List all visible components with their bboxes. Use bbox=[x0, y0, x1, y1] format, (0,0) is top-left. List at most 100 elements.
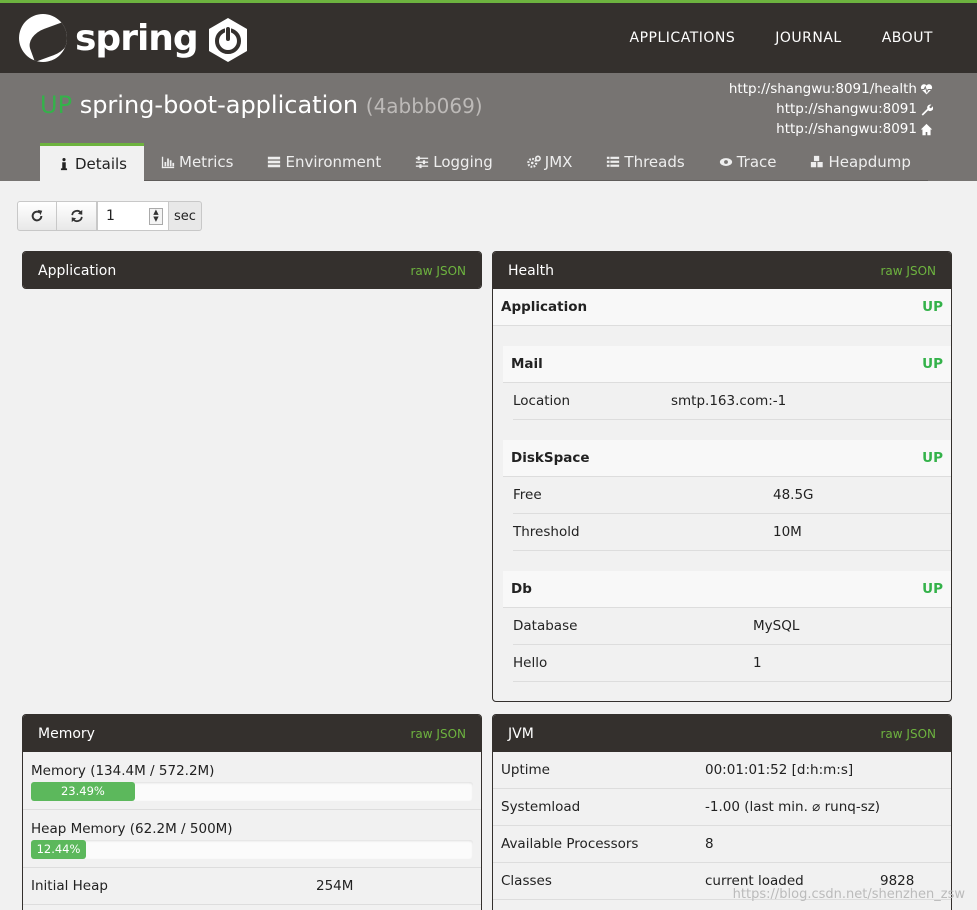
interval-unit: sec bbox=[169, 201, 202, 231]
app-name: spring-boot-application bbox=[79, 91, 359, 119]
status-badge: UP bbox=[922, 356, 943, 372]
detail-value: MySQL bbox=[753, 618, 800, 634]
tab-label: Heapdump bbox=[828, 152, 911, 171]
db-database-row: Database MySQL bbox=[513, 608, 951, 645]
interval-value: 1 bbox=[106, 208, 115, 224]
memory-panel: Memory raw JSON Memory (134.4M / 572.2M)… bbox=[22, 714, 482, 910]
sliders-icon bbox=[416, 155, 429, 168]
application-panel: Application raw JSON bbox=[22, 251, 482, 289]
nav-applications[interactable]: APPLICATIONS bbox=[630, 30, 736, 46]
top-navbar: spring APPLICATIONS JOURNAL ABOUT bbox=[0, 0, 977, 73]
detail-key: Free bbox=[513, 487, 542, 503]
detail-key: Database bbox=[513, 618, 578, 634]
service-url[interactable]: http://shangwu:8091 bbox=[776, 119, 917, 139]
app-id: (4abbb069) bbox=[365, 94, 483, 118]
memory-progress-fill: 23.49% bbox=[31, 782, 135, 801]
app-urls: http://shangwu:8091/health http://shangw… bbox=[729, 79, 933, 139]
power-icon bbox=[209, 18, 247, 62]
cubes-icon bbox=[811, 155, 824, 167]
raw-json-link[interactable]: raw JSON bbox=[411, 727, 467, 741]
application-header: UP spring-boot-application (4abbb069) ht… bbox=[0, 73, 977, 181]
heap-progress-fill: 12.44% bbox=[31, 840, 86, 859]
health-panel: Health raw JSON Application UP Mail UP L… bbox=[492, 251, 952, 702]
health-app-label: Application bbox=[501, 299, 588, 315]
detail-key: Location bbox=[513, 393, 571, 409]
systemload-row: Systemload -1.00 (last min. ⌀ runq-sz) bbox=[493, 789, 951, 826]
refresh-controls: 1 ▲ ▼ sec bbox=[17, 201, 202, 231]
raw-json-link[interactable]: raw JSON bbox=[411, 264, 467, 278]
nav-about[interactable]: ABOUT bbox=[882, 30, 933, 46]
memory-row: Memory (134.4M / 572.2M) 23.49% bbox=[23, 752, 481, 810]
heap-label: Heap Memory (62.2M / 500M) bbox=[31, 821, 233, 837]
watermark: https://blog.csdn.net/shenzhen_zsw bbox=[732, 887, 965, 902]
detail-value: -1.00 (last min. ⌀ runq-sz) bbox=[705, 799, 881, 815]
tab-metrics[interactable]: Metrics bbox=[144, 143, 251, 181]
panel-title: Health bbox=[508, 262, 554, 279]
refresh-button[interactable] bbox=[17, 201, 57, 231]
detail-tabs: Details Metrics Environment Logging JMX … bbox=[40, 143, 928, 181]
raw-json-link[interactable]: raw JSON bbox=[881, 727, 937, 741]
spring-logo[interactable]: spring bbox=[19, 14, 199, 62]
detail-value: 10M bbox=[773, 524, 802, 540]
management-url[interactable]: http://shangwu:8091 bbox=[776, 99, 917, 119]
health-diskspace-row: DiskSpace UP bbox=[503, 440, 951, 477]
sync-icon bbox=[70, 209, 83, 223]
refresh-interval-input[interactable]: 1 ▲ ▼ bbox=[97, 201, 169, 231]
list-icon bbox=[607, 156, 620, 167]
tab-label: Threads bbox=[624, 152, 685, 171]
db-hello-row: Hello 1 bbox=[513, 645, 951, 682]
status-badge: UP bbox=[922, 581, 943, 597]
tab-label: Metrics bbox=[179, 152, 234, 171]
tab-trace[interactable]: Trace bbox=[701, 143, 794, 181]
tab-jmx[interactable]: JMX bbox=[509, 143, 590, 181]
tab-label: Logging bbox=[433, 152, 493, 171]
health-url[interactable]: http://shangwu:8091/health bbox=[729, 79, 917, 99]
wrench-icon bbox=[921, 104, 933, 116]
leaf-icon bbox=[19, 14, 67, 62]
detail-value: 1 bbox=[753, 655, 762, 671]
tab-heapdump[interactable]: Heapdump bbox=[793, 143, 928, 181]
refresh-icon bbox=[31, 209, 43, 222]
detail-key: Available Processors bbox=[501, 836, 639, 852]
tab-environment[interactable]: Environment bbox=[250, 143, 399, 181]
health-application-row: Application UP bbox=[493, 289, 951, 326]
disk-free-row: Free 48.5G bbox=[513, 477, 951, 514]
detail-value: 00:01:01:52 [d:h:m:s] bbox=[705, 762, 854, 778]
uptime-row: Uptime 00:01:01:52 [d:h:m:s] bbox=[493, 752, 951, 789]
tab-label: Trace bbox=[736, 152, 777, 171]
mail-label: Mail bbox=[511, 356, 543, 372]
tab-details[interactable]: Details bbox=[40, 143, 145, 181]
info-icon bbox=[60, 157, 68, 170]
mail-location-row: Location smtp.163.com:-1 bbox=[513, 383, 951, 420]
auto-refresh-button[interactable] bbox=[57, 201, 97, 231]
heap-row: Heap Memory (62.2M / 500M) 12.44% bbox=[23, 810, 481, 868]
detail-key: Initial Heap bbox=[31, 878, 108, 894]
heartbeat-icon bbox=[920, 83, 933, 94]
memory-progress: 23.49% bbox=[31, 782, 473, 801]
initial-heap-row: Initial Heap 254M bbox=[23, 868, 481, 905]
app-title: UP spring-boot-application (4abbb069) bbox=[40, 91, 483, 119]
status-badge: UP bbox=[922, 299, 943, 315]
nav-journal[interactable]: JOURNAL bbox=[775, 30, 841, 46]
interval-stepper[interactable]: ▲ ▼ bbox=[149, 208, 163, 225]
jvm-panel: JVM raw JSON Uptime 00:01:01:52 [d:h:m:s… bbox=[492, 714, 952, 910]
tab-threads[interactable]: Threads bbox=[589, 143, 702, 181]
tab-label: Details bbox=[75, 154, 128, 173]
app-status: UP bbox=[40, 91, 73, 119]
db-label: Db bbox=[511, 581, 532, 597]
tab-logging[interactable]: Logging bbox=[398, 143, 510, 181]
status-badge: UP bbox=[922, 450, 943, 466]
health-db-row: Db UP bbox=[503, 571, 951, 608]
detail-key: Classes bbox=[501, 873, 552, 889]
detail-value: 254M bbox=[316, 878, 354, 894]
raw-json-link[interactable]: raw JSON bbox=[881, 264, 937, 278]
detail-key: Threshold bbox=[513, 524, 580, 540]
detail-value: smtp.163.com:-1 bbox=[671, 393, 787, 409]
health-mail-row: Mail UP bbox=[503, 346, 951, 383]
memory-label: Memory (134.4M / 572.2M) bbox=[31, 763, 215, 779]
detail-value: 8 bbox=[705, 836, 714, 852]
brand-name: spring bbox=[75, 17, 199, 59]
bar-chart-icon bbox=[161, 156, 175, 168]
detail-key: Uptime bbox=[501, 762, 550, 778]
cogs-icon bbox=[526, 155, 541, 168]
